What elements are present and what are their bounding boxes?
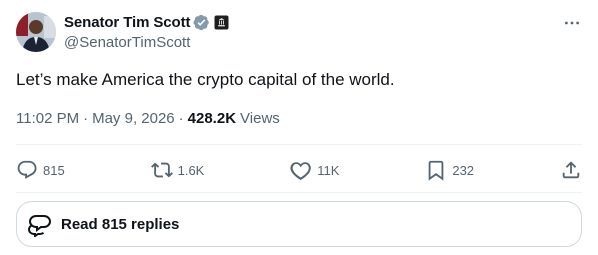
read-replies-label: Read 815 replies xyxy=(61,215,180,233)
repost-button[interactable]: 1.6K xyxy=(150,159,205,181)
government-badge-icon[interactable] xyxy=(214,15,229,30)
bookmark-count: 232 xyxy=(452,162,475,178)
like-button[interactable]: 11K xyxy=(290,159,339,181)
replies-bubbles-icon xyxy=(27,215,52,237)
bookmark-icon xyxy=(429,160,444,181)
tweet-text: Let’s make America the crypto capital of… xyxy=(16,70,395,89)
author-handle[interactable]: @SenatorTimScott xyxy=(64,34,190,51)
share-button[interactable] xyxy=(560,159,582,181)
author-display-name[interactable]: Senator Tim Scott xyxy=(64,14,190,31)
more-options-icon[interactable] xyxy=(562,13,582,33)
tweet-actions-bar: 815 1.6K 11K 232 xyxy=(16,156,582,184)
tweet-date[interactable]: May 9, 2026 xyxy=(92,109,175,129)
like-count: 11K xyxy=(317,162,340,178)
repost-count: 1.6K xyxy=(177,162,205,178)
reply-count: 815 xyxy=(43,162,65,178)
tweet-time[interactable]: 11:02 PM xyxy=(16,109,79,129)
repost-icon xyxy=(150,162,173,178)
heart-icon xyxy=(290,162,312,180)
divider xyxy=(16,144,582,145)
author-name-row: Senator Tim Scott xyxy=(64,13,229,31)
bookmark-button[interactable]: 232 xyxy=(425,159,474,181)
meta-separator: · xyxy=(178,110,184,127)
reply-icon xyxy=(17,160,37,179)
tweet-metadata: 11:02 PM · May 9, 2026 · 428.2K Views xyxy=(16,109,280,129)
read-replies-button[interactable]: Read 815 replies xyxy=(16,201,582,247)
verified-badge-icon[interactable] xyxy=(193,14,210,31)
reply-button[interactable]: 815 xyxy=(16,159,65,181)
avatar[interactable] xyxy=(16,12,56,52)
meta-separator: · xyxy=(83,110,89,127)
views-label[interactable]: Views xyxy=(240,109,280,129)
share-icon xyxy=(562,161,580,179)
views-count[interactable]: 428.2K xyxy=(188,109,236,129)
divider xyxy=(16,192,582,193)
